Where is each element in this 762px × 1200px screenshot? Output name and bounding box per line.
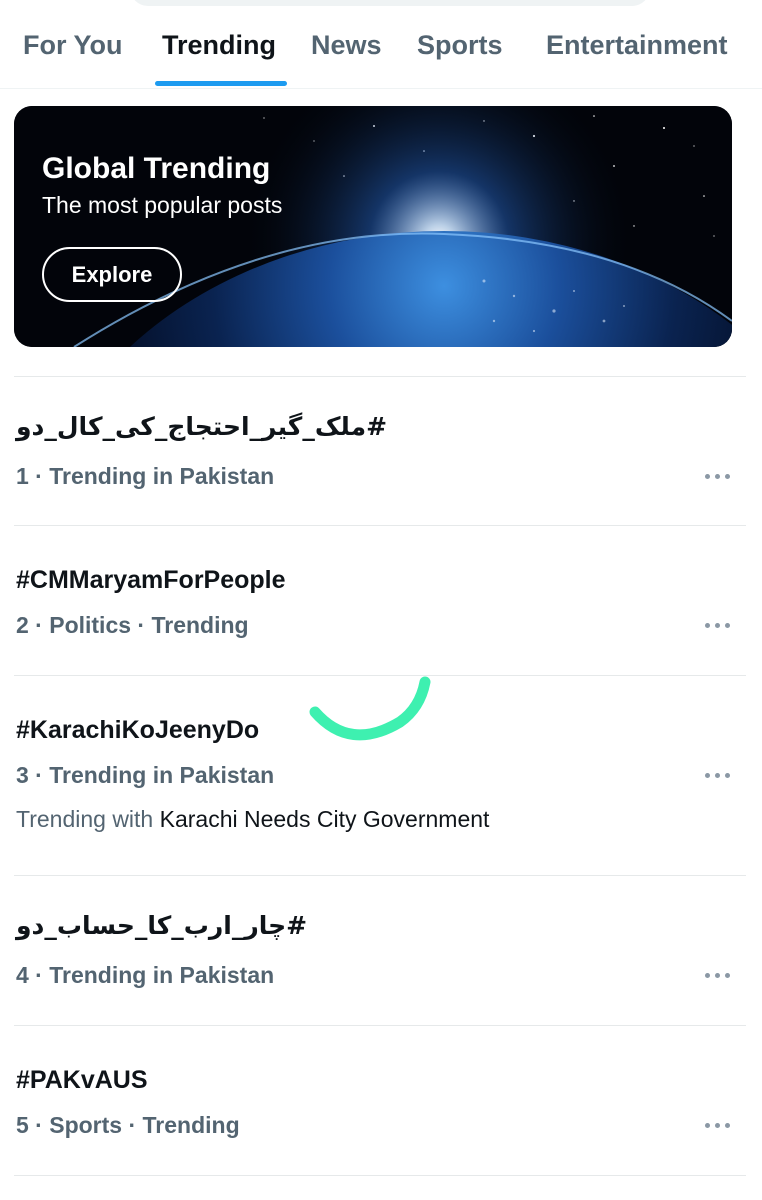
trend-meta: 5 · Sports · Trending xyxy=(16,1112,240,1138)
trend-hashtag[interactable]: #CMMaryamForPeople xyxy=(16,566,286,595)
tab-trending[interactable]: Trending xyxy=(162,30,276,61)
more-horizontal-icon[interactable] xyxy=(702,765,734,785)
earth-image xyxy=(14,106,732,347)
trend-hashtag[interactable]: #چار_ارب_کا_حساب_دو xyxy=(16,911,307,940)
trend-hashtag[interactable]: #PAKvAUS xyxy=(16,1066,148,1095)
trend-hashtag[interactable]: #ملک_گیر_احتجاج_کی_کال_دو xyxy=(16,412,387,441)
trend-item-5[interactable]: #PAKvAUS 5 · Sports · Trending xyxy=(0,1026,762,1175)
trend-meta: 4 · Trending in Pakistan xyxy=(16,962,275,988)
tab-for-you[interactable]: For You xyxy=(23,30,123,61)
trend-meta: 3 · Trending in Pakistan xyxy=(16,762,275,788)
explore-button[interactable]: Explore xyxy=(42,247,182,302)
more-horizontal-icon[interactable] xyxy=(702,466,734,486)
trend-hashtag[interactable]: #KarachiKoJeenyDo xyxy=(16,716,259,745)
more-horizontal-icon[interactable] xyxy=(702,615,734,635)
trend-item-2[interactable]: #CMMaryamForPeople 2 · Politics · Trendi… xyxy=(0,526,762,675)
trending-with-prefix: Trending with xyxy=(16,806,154,832)
annotation-checkmark xyxy=(309,676,431,741)
trending-with-text: Trending with Karachi Needs City Governm… xyxy=(16,806,489,833)
trending-with-link[interactable]: Karachi Needs City Government xyxy=(160,806,490,832)
banner-title: Global Trending xyxy=(42,152,271,185)
tab-entertainment[interactable]: Entertainment xyxy=(546,30,728,61)
tab-sports[interactable]: Sports xyxy=(417,30,503,61)
global-trending-banner[interactable]: Global Trending The most popular posts E… xyxy=(14,106,732,347)
trend-item-1[interactable]: #ملک_گیر_احتجاج_کی_کال_دو 1 · Trending i… xyxy=(0,377,762,525)
trend-meta: 1 · Trending in Pakistan xyxy=(16,463,275,489)
more-horizontal-icon[interactable] xyxy=(702,1115,734,1135)
tab-bar: For You Trending News Sports Entertainme… xyxy=(0,0,762,89)
divider xyxy=(14,1175,746,1176)
tab-news[interactable]: News xyxy=(311,30,382,61)
banner-subtitle: The most popular posts xyxy=(42,192,283,218)
active-tab-indicator xyxy=(155,81,287,86)
trend-meta: 2 · Politics · Trending xyxy=(16,612,249,638)
trend-item-4[interactable]: #چار_ارب_کا_حساب_دو 4 · Trending in Paki… xyxy=(0,876,762,1025)
more-horizontal-icon[interactable] xyxy=(702,965,734,985)
